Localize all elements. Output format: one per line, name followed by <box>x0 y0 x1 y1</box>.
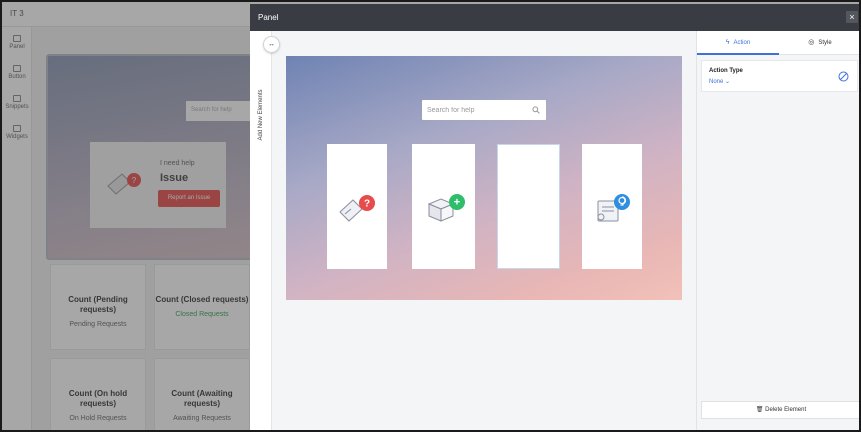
app-frame: IT 3 Panel Button Snippets Widgets Searc… <box>0 0 861 432</box>
action-type-card: Action Type None ⌄ <box>701 60 858 92</box>
add-new-elements-tab[interactable]: Add New Elements <box>256 87 266 147</box>
tab-label: Action <box>733 40 751 46</box>
properties-tabs: ϟ Action ◎ Style <box>697 31 859 55</box>
trash-icon: 🗑 <box>755 407 764 413</box>
preview-tile-help[interactable]: ? <box>327 144 387 269</box>
add-new-elements-label: Add New Elements <box>258 89 264 141</box>
panel-title: Panel <box>258 13 279 22</box>
action-type-value: None <box>709 79 724 85</box>
preview-search-box[interactable] <box>422 100 546 120</box>
tab-action[interactable]: ϟ Action <box>697 31 779 55</box>
book-idea-icon <box>597 194 630 222</box>
panel-header: Panel × <box>250 4 859 31</box>
delete-element-label: Delete Element <box>765 407 807 413</box>
tab-label: Style <box>818 40 832 46</box>
search-icon <box>532 106 540 114</box>
preview-tile-request[interactable]: + <box>412 144 475 269</box>
elements-strip: Add New Elements <box>250 31 272 430</box>
chevron-down-icon: ⌄ <box>725 79 731 85</box>
action-type-select[interactable]: None ⌄ <box>709 78 730 85</box>
box-add-icon: + <box>427 194 465 222</box>
expand-icon[interactable]: ↔ <box>263 36 280 53</box>
panel-editor: Panel × Add New Elements ↔ Search for he… <box>250 4 859 430</box>
tab-style[interactable]: ◎ Style <box>779 31 859 55</box>
clear-action-icon[interactable] <box>838 71 849 82</box>
preview-tile-knowledge[interactable] <box>582 144 642 269</box>
action-type-label: Action Type <box>709 68 743 74</box>
delete-element-button[interactable]: 🗑 Delete Element <box>701 401 859 419</box>
svg-text:+: + <box>453 197 459 209</box>
properties-panel: ϟ Action ◎ Style Action Type None ⌄ 🗑 Dele… <box>696 31 859 430</box>
panel-preview[interactable]: ? + <box>286 56 682 300</box>
palette-icon: ◎ <box>808 39 815 46</box>
preview-search-input[interactable] <box>422 100 526 120</box>
preview-tile-empty[interactable] <box>497 144 560 269</box>
close-icon[interactable]: × <box>846 11 858 23</box>
svg-text:?: ? <box>364 199 370 210</box>
lightning-icon: ϟ <box>725 39 730 46</box>
ticket-help-icon: ? <box>339 195 375 222</box>
